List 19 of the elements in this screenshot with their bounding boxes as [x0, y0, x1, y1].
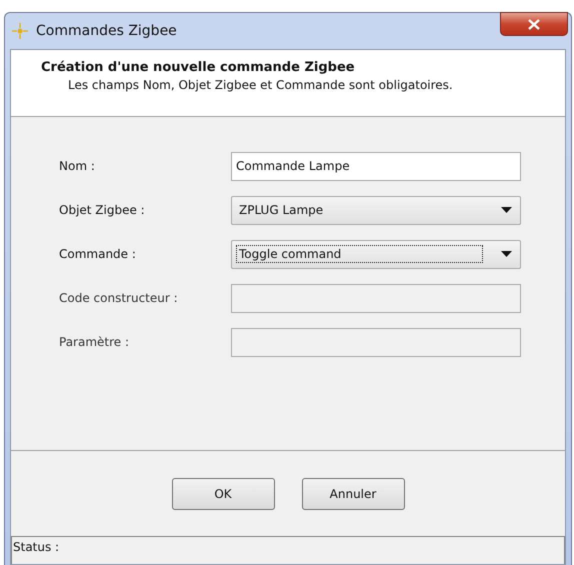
- caret-icon: [501, 251, 512, 257]
- field-label: Code constructeur :: [59, 291, 179, 305]
- dialog-heading: Création d'une nouvelle commande Zigbee: [41, 60, 356, 75]
- caret-icon: [501, 207, 512, 213]
- input-field[interactable]: Commande Lampe: [231, 152, 521, 180]
- dropdown[interactable]: ZPLUG Lampe: [231, 196, 521, 224]
- dropdown[interactable]: Toggle command: [231, 240, 521, 268]
- close-icon: [528, 18, 540, 30]
- dialog-subtitle: Les champs Nom, Objet Zigbee et Commande sont obligatoires.: [68, 78, 454, 92]
- field-label: Nom :: [59, 159, 96, 173]
- sparkle-icon: [12, 23, 28, 39]
- dialog-button[interactable]: OK: [172, 478, 274, 510]
- close-button[interactable]: [500, 12, 568, 36]
- window-title: Commandes Zigbee: [36, 23, 177, 39]
- dialog-button[interactable]: Annuler: [302, 478, 404, 510]
- field-label: Objet Zigbee :: [59, 203, 146, 217]
- field-label: Commande :: [59, 247, 137, 261]
- status-bar: Status :: [11, 536, 565, 564]
- field-label: Paramètre :: [59, 335, 130, 349]
